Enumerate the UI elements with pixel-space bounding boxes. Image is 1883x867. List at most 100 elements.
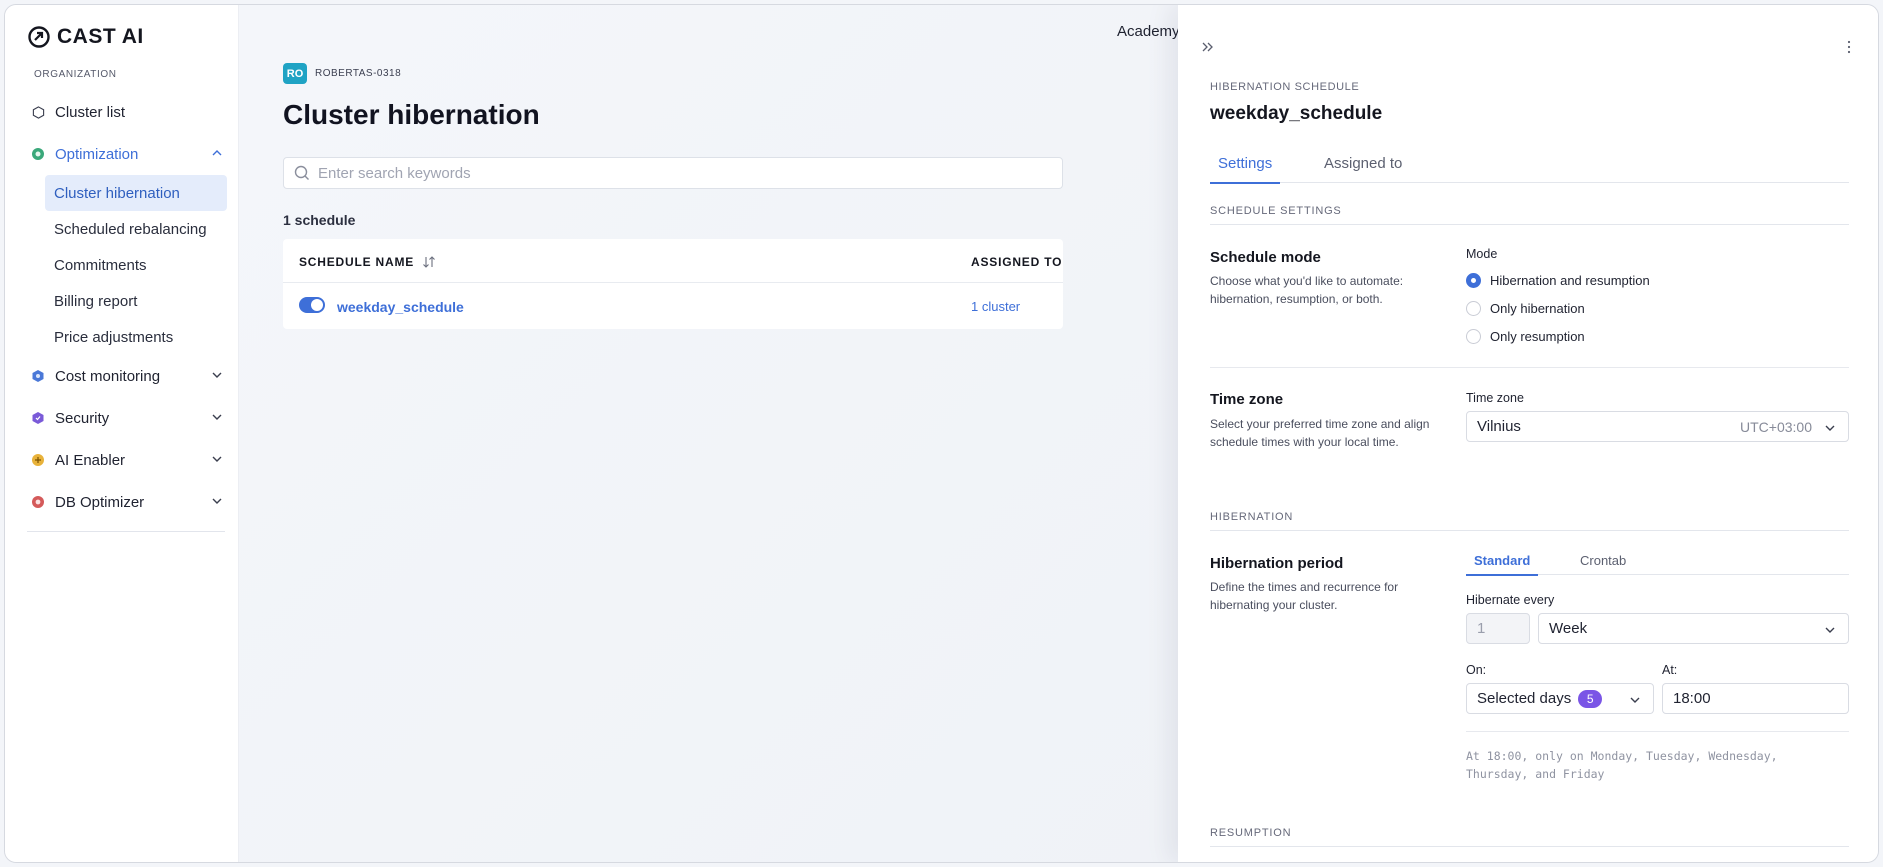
schedule-mode-title: Schedule mode [1210,249,1321,266]
academy-link[interactable]: Academy [1117,23,1180,40]
hexagon-icon [31,105,45,119]
db-optimizer-icon [31,495,45,509]
sidebar-item-billing-report[interactable]: Billing report [45,283,227,319]
recurrence-unit-select[interactable]: Week [1538,613,1849,644]
sidebar-item-commitments[interactable]: Commitments [45,247,227,283]
sort-icon[interactable] [422,256,436,268]
time-zone-offset: UTC+03:00 [1740,419,1812,435]
sidebar-nav: Cluster list Optimization Cluster hibern… [23,91,227,532]
schedule-count: 1 schedule [283,212,356,228]
radio-label: Only resumption [1490,329,1585,344]
hibernate-every-label: Hibernate every [1466,593,1555,607]
at-label: At: [1662,663,1678,677]
section-schedule-settings: SCHEDULE SETTINGS [1210,205,1849,225]
mode-radio-only-resumption[interactable]: Only resumption [1466,329,1585,344]
schedule-drawer: HIBERNATION SCHEDULE weekday_schedule Se… [1178,5,1878,862]
on-label: On: [1466,663,1487,677]
sidebar-item-label: Cluster list [55,103,126,121]
hibernate-every-input[interactable]: 1 [1466,613,1530,644]
chevron-down-icon [212,498,222,504]
radio-label: Hibernation and resumption [1490,273,1650,288]
schedule-name-link[interactable]: weekday_schedule [337,299,464,315]
drawer-kicker: HIBERNATION SCHEDULE [1210,81,1360,93]
hibernation-period-title: Hibernation period [1210,555,1344,572]
tab-settings[interactable]: Settings [1210,155,1281,184]
sidebar-divider [27,531,225,532]
app-window: CAST AI ORGANIZATION Cluster list Optimi… [4,4,1879,863]
recurrence-unit-value: Week [1549,620,1588,637]
optimization-subnav: Cluster hibernation Scheduled rebalancin… [45,175,227,355]
divider [1210,367,1849,368]
time-zone-select[interactable]: Vilnius UTC+03:00 [1466,411,1849,442]
sidebar-item-label: DB Optimizer [55,493,145,511]
radio-label: Only hibernation [1490,301,1585,316]
collapse-drawer-icon[interactable] [1200,39,1216,55]
section-hibernation: HIBERNATION [1210,511,1849,531]
chevron-down-icon [212,456,222,462]
sidebar-item-cost-monitoring[interactable]: Cost monitoring [23,355,227,397]
schedule-mode-desc: Choose what you'd like to automate: hibe… [1210,274,1404,306]
ai-enabler-icon [31,453,45,467]
time-zone-desc: Select your preferred time zone and alig… [1210,417,1430,449]
selected-days-count-badge: 5 [1578,689,1603,708]
chevron-down-icon [1825,627,1835,633]
sidebar: CAST AI ORGANIZATION Cluster list Optimi… [5,5,239,862]
sidebar-item-security[interactable]: Security [23,397,227,439]
column-header-schedule-name[interactable]: SCHEDULE NAME [299,255,436,269]
drawer-tabs: Settings Assigned to [1210,151,1849,184]
logo[interactable]: CAST AI [27,25,144,49]
search-input[interactable] [318,164,1018,182]
search-icon [294,165,309,180]
mode-label: Mode [1466,247,1498,261]
schedule-summary-text: At 18:00, only on Monday, Tuesday, Wedne… [1466,749,1778,781]
cast-ai-logo-icon [28,26,50,48]
divider [1466,731,1849,732]
logo-text: CAST AI [57,25,144,48]
hibernation-period-desc: Define the times and recurrence for hibe… [1210,580,1399,612]
drawer-title: weekday_schedule [1210,103,1383,124]
mode-radio-only-hibernation[interactable]: Only hibernation [1466,301,1585,316]
assigned-clusters-link[interactable]: 1 cluster [971,299,1020,314]
sidebar-item-scheduled-rebalancing[interactable]: Scheduled rebalancing [45,211,227,247]
chevron-up-icon [212,150,222,156]
tab-assigned-to[interactable]: Assigned to [1324,155,1402,182]
days-select-value: Selected days [1477,690,1572,707]
days-select[interactable]: Selected days 5 [1466,683,1654,714]
table-row: weekday_schedule 1 cluster [283,283,1063,329]
table-header: SCHEDULE NAME ASSIGNED TO [283,239,1063,283]
sidebar-item-cluster-hibernation[interactable]: Cluster hibernation [45,175,227,211]
schedule-enabled-toggle[interactable] [299,297,325,313]
radio-dot [1466,329,1481,344]
sidebar-item-db-optimizer[interactable]: DB Optimizer [23,481,227,523]
sidebar-item-label: AI Enabler [55,451,126,469]
security-icon [31,411,45,425]
column-header-assigned-to: ASSIGNED TO [971,255,1063,269]
mode-radio-hibernation-and-resumption[interactable]: Hibernation and resumption [1466,273,1650,288]
tab-standard[interactable]: Standard [1466,553,1539,576]
sidebar-item-cluster-list[interactable]: Cluster list [23,91,227,133]
period-mode-tabs: Standard Crontab [1466,547,1849,576]
organization-badge[interactable]: RO ROBERTAS-0318 [283,63,401,84]
schedules-table: SCHEDULE NAME ASSIGNED TO weekday_schedu… [283,239,1063,329]
chevron-down-icon [212,372,222,378]
chevron-down-icon [1825,425,1835,431]
sidebar-item-ai-enabler[interactable]: AI Enabler [23,439,227,481]
chevron-down-icon [212,414,222,420]
sidebar-item-label: Cost monitoring [55,367,161,385]
organization-label: ORGANIZATION [34,69,117,80]
sidebar-item-price-adjustments[interactable]: Price adjustments [45,319,227,355]
time-zone-value: Vilnius [1477,418,1521,435]
sidebar-item-label: Optimization [55,145,139,163]
time-zone-title: Time zone [1210,391,1284,408]
chevron-down-icon [1630,697,1640,703]
org-name: ROBERTAS-0318 [315,68,402,79]
more-options-icon[interactable] [1846,39,1852,55]
tab-crontab[interactable]: Crontab [1580,553,1626,574]
optimization-icon [31,147,45,161]
time-input[interactable]: 18:00 [1662,683,1849,714]
time-zone-label: Time zone [1466,391,1524,405]
sidebar-item-optimization[interactable]: Optimization [23,133,227,175]
org-avatar: RO [283,63,307,84]
search-box [283,157,1063,189]
section-resumption: RESUMPTION [1210,827,1849,847]
